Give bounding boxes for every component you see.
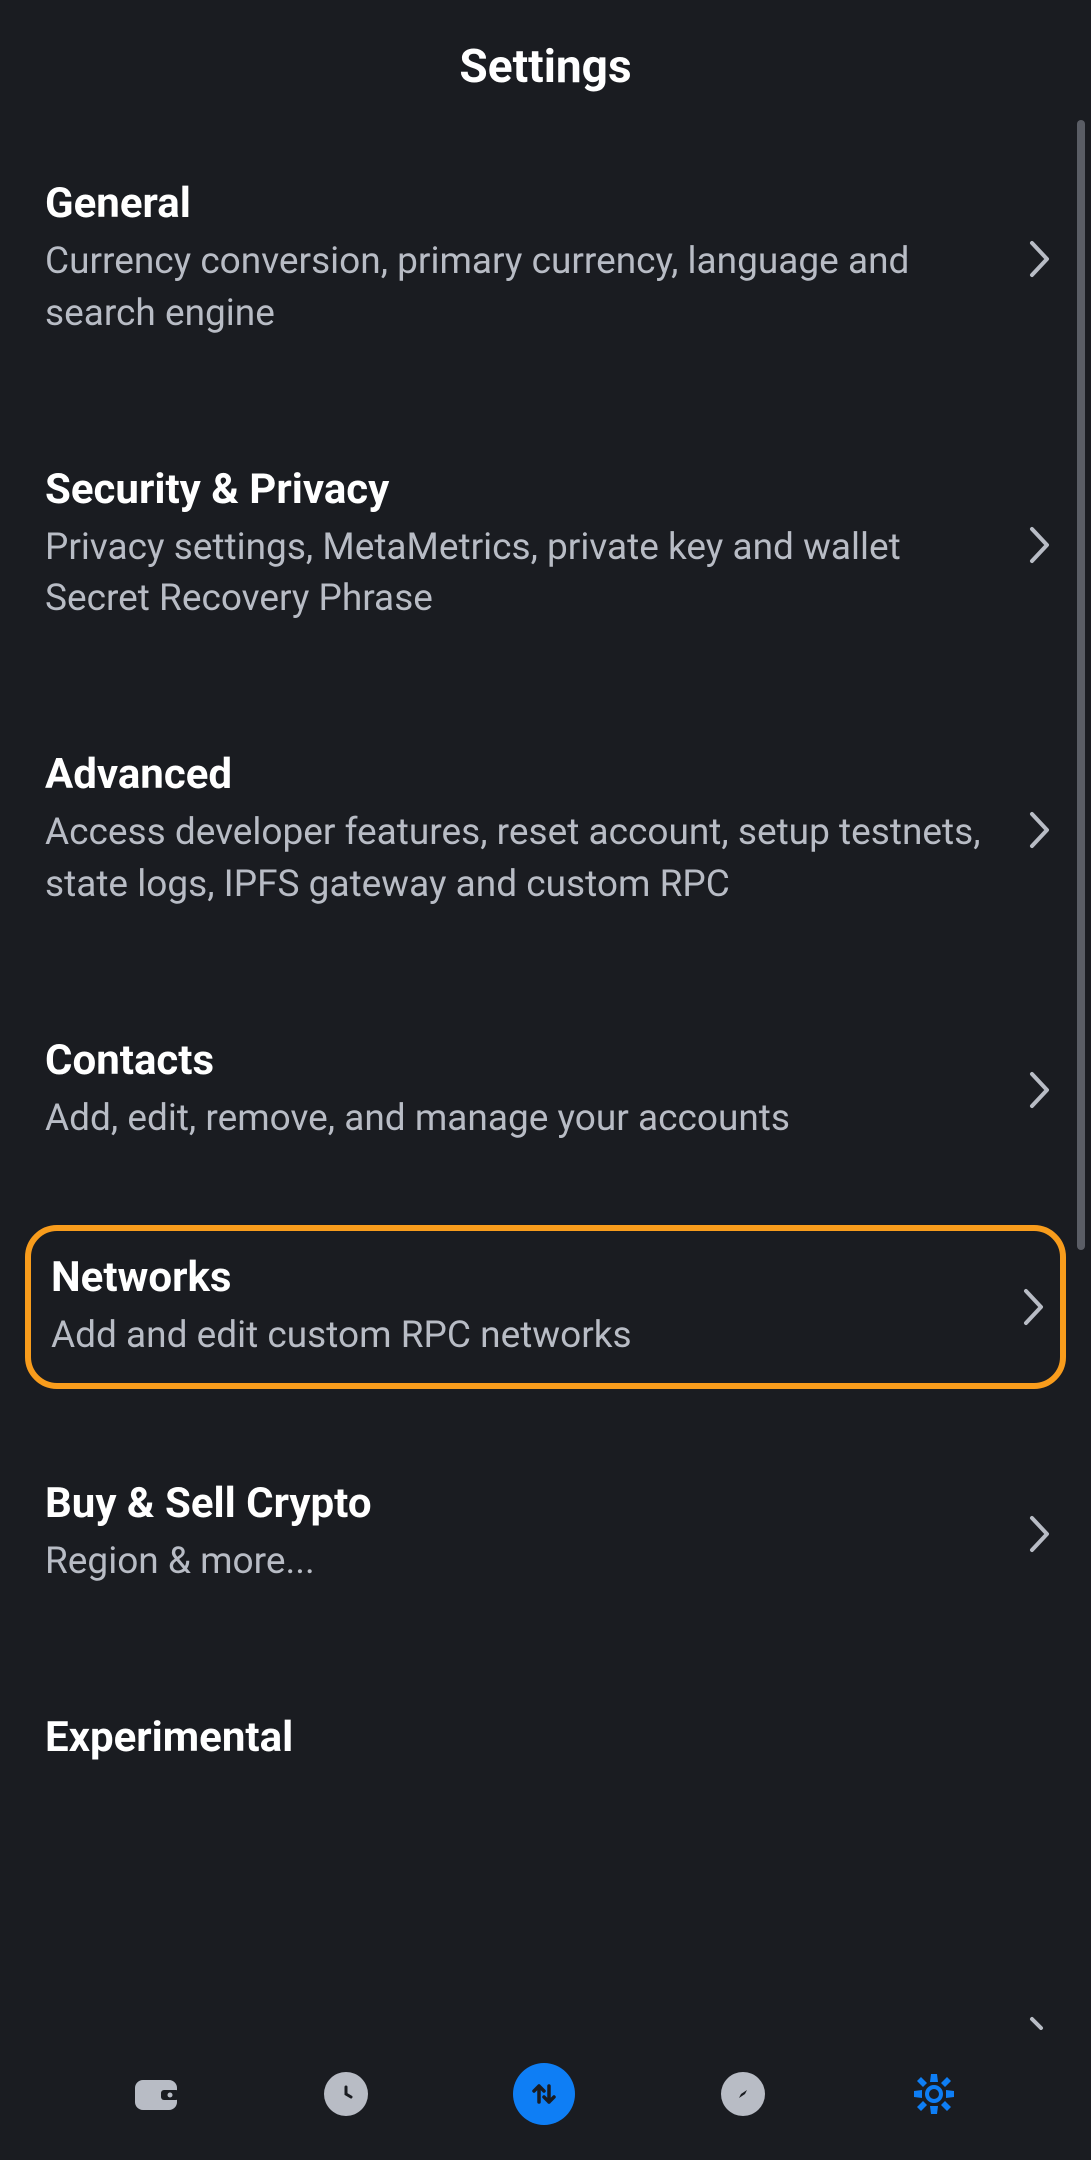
chevron-right-icon xyxy=(1029,811,1051,849)
item-text: Experimental xyxy=(45,1713,1051,1770)
settings-item-advanced[interactable]: Advanced Access developer features, rese… xyxy=(45,715,1066,946)
nav-browser[interactable] xyxy=(721,2072,765,2116)
chevron-right-icon xyxy=(1029,1515,1051,1553)
item-description: Access developer features, reset account… xyxy=(45,807,999,911)
item-title: Buy & Sell Crypto xyxy=(45,1479,999,1528)
chevron-right-icon xyxy=(1029,526,1051,564)
item-title: Security & Privacy xyxy=(45,465,999,514)
item-description: Add and edit custom RPC networks xyxy=(51,1310,993,1362)
settings-item-buysell[interactable]: Buy & Sell Crypto Region & more... xyxy=(45,1444,1066,1623)
settings-item-experimental[interactable]: Experimental xyxy=(45,1678,1066,1805)
item-title: Contacts xyxy=(45,1036,999,1085)
item-text: Security & Privacy Privacy settings, Met… xyxy=(45,465,1029,626)
page-header: Settings xyxy=(0,0,1091,144)
chevron-right-icon xyxy=(1023,1288,1045,1326)
settings-item-general[interactable]: General Currency conversion, primary cur… xyxy=(45,144,1066,375)
bottom-navigation xyxy=(0,2038,1091,2160)
item-text: General Currency conversion, primary cur… xyxy=(45,179,1029,340)
item-description: Privacy settings, MetaMetrics, private k… xyxy=(45,522,999,626)
item-text: Networks Add and edit custom RPC network… xyxy=(51,1253,1023,1362)
nav-settings[interactable] xyxy=(910,2070,958,2118)
chevron-right-icon xyxy=(1029,1071,1051,1109)
settings-item-networks[interactable]: Networks Add and edit custom RPC network… xyxy=(25,1225,1066,1390)
scrollbar[interactable] xyxy=(1077,120,1085,1250)
item-title: Advanced xyxy=(45,750,999,799)
item-title: Networks xyxy=(51,1253,993,1302)
item-description: Add, edit, remove, and manage your accou… xyxy=(45,1093,999,1145)
item-title: General xyxy=(45,179,999,228)
chevron-right-icon-partial xyxy=(1029,2016,1051,2030)
item-description: Currency conversion, primary currency, l… xyxy=(45,236,999,340)
item-text: Advanced Access developer features, rese… xyxy=(45,750,1029,911)
clock-icon xyxy=(324,2072,368,2116)
item-title: Experimental xyxy=(45,1713,1021,1762)
chevron-right-icon xyxy=(1029,240,1051,278)
item-text: Contacts Add, edit, remove, and manage y… xyxy=(45,1036,1029,1145)
item-text: Buy & Sell Crypto Region & more... xyxy=(45,1479,1029,1588)
compass-icon xyxy=(721,2072,765,2116)
gear-icon xyxy=(910,2070,958,2118)
swap-icon xyxy=(513,2063,575,2125)
settings-item-security[interactable]: Security & Privacy Privacy settings, Met… xyxy=(45,430,1066,661)
page-title: Settings xyxy=(0,40,1091,94)
item-description: Region & more... xyxy=(45,1536,999,1588)
nav-wallet[interactable] xyxy=(133,2074,179,2114)
nav-history[interactable] xyxy=(324,2072,368,2116)
settings-list: General Currency conversion, primary cur… xyxy=(0,144,1091,2038)
nav-swap[interactable] xyxy=(513,2063,575,2125)
wallet-icon xyxy=(133,2074,179,2114)
settings-item-contacts[interactable]: Contacts Add, edit, remove, and manage y… xyxy=(45,1001,1066,1180)
